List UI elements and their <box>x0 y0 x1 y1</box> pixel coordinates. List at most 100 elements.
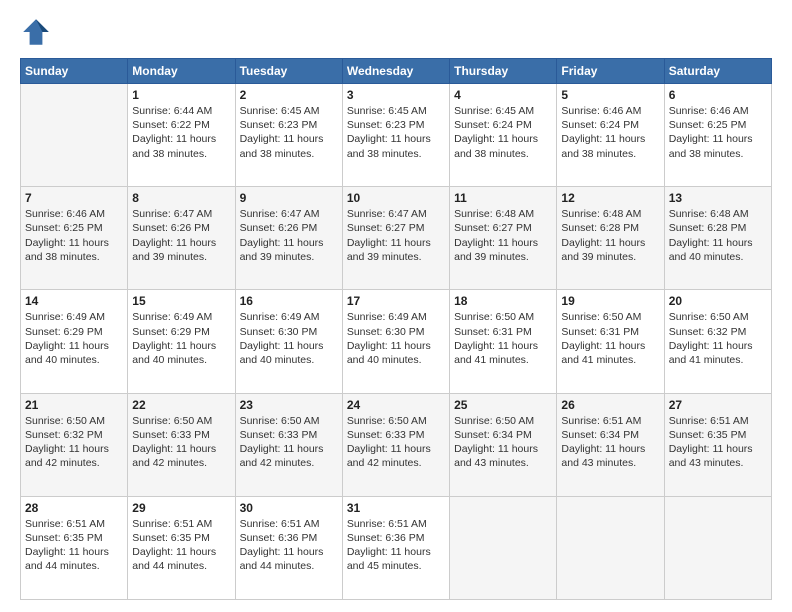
day-info: Sunrise: 6:50 AMSunset: 6:32 PMDaylight:… <box>669 310 767 367</box>
calendar-cell: 12 Sunrise: 6:48 AMSunset: 6:28 PMDayligh… <box>557 187 664 290</box>
day-of-week-header: Sunday <box>21 59 128 84</box>
calendar-cell <box>664 496 771 599</box>
day-number: 12 <box>561 191 659 205</box>
day-info: Sunrise: 6:51 AMSunset: 6:36 PMDaylight:… <box>240 517 338 574</box>
calendar-week-row: 7Sunrise: 6:46 AMSunset: 6:25 PMDaylight… <box>21 187 772 290</box>
day-info: Sunrise: 6:44 AMSunset: 6:22 PMDaylight:… <box>132 104 230 161</box>
day-info: Sunrise: 6:50 AMSunset: 6:33 PMDaylight:… <box>240 414 338 471</box>
calendar-cell: 30 Sunrise: 6:51 AMSunset: 6:36 PMDayligh… <box>235 496 342 599</box>
day-info: Sunrise: 6:51 AMSunset: 6:35 PMDaylight:… <box>25 517 123 574</box>
day-info: Sunrise: 6:51 AMSunset: 6:36 PMDaylight:… <box>347 517 445 574</box>
day-number: 28 <box>25 501 123 515</box>
calendar-cell: 2 Sunrise: 6:45 AMSunset: 6:23 PMDaylight… <box>235 84 342 187</box>
day-number: 5 <box>561 88 659 102</box>
day-number: 16 <box>240 294 338 308</box>
day-number: 2 <box>240 88 338 102</box>
calendar-header-row: SundayMondayTuesdayWednesdayThursdayFrid… <box>21 59 772 84</box>
calendar-cell: 22Sunrise: 6:50 AMSunset: 6:33 PMDayligh… <box>128 393 235 496</box>
calendar-cell: 14 Sunrise: 6:49 AMSunset: 6:29 PMDayligh… <box>21 290 128 393</box>
day-info: Sunrise: 6:49 AMSunset: 6:30 PMDaylight:… <box>347 310 445 367</box>
day-info: Sunrise: 6:49 AMSunset: 6:29 PMDaylight:… <box>25 310 123 367</box>
day-info: Sunrise: 6:48 AMSunset: 6:28 PMDaylight:… <box>669 207 767 264</box>
calendar-cell: 9 Sunrise: 6:47 AMSunset: 6:26 PMDaylight… <box>235 187 342 290</box>
day-number: 3 <box>347 88 445 102</box>
calendar-cell <box>557 496 664 599</box>
calendar-cell: 20Sunrise: 6:50 AMSunset: 6:32 PMDayligh… <box>664 290 771 393</box>
calendar-cell: 24 Sunrise: 6:50 AMSunset: 6:33 PMDayligh… <box>342 393 449 496</box>
calendar-cell <box>450 496 557 599</box>
calendar-cell: 8 Sunrise: 6:47 AMSunset: 6:26 PMDaylight… <box>128 187 235 290</box>
calendar-week-row: 28 Sunrise: 6:51 AMSunset: 6:35 PMDayligh… <box>21 496 772 599</box>
day-info: Sunrise: 6:46 AMSunset: 6:24 PMDaylight:… <box>561 104 659 161</box>
day-of-week-header: Tuesday <box>235 59 342 84</box>
day-info: Sunrise: 6:45 AMSunset: 6:23 PMDaylight:… <box>240 104 338 161</box>
day-number: 8 <box>132 191 230 205</box>
logo <box>20 16 56 48</box>
calendar-cell: 25Sunrise: 6:50 AMSunset: 6:34 PMDayligh… <box>450 393 557 496</box>
day-number: 14 <box>25 294 123 308</box>
calendar-cell: 19 Sunrise: 6:50 AMSunset: 6:31 PMDayligh… <box>557 290 664 393</box>
calendar-cell <box>21 84 128 187</box>
day-number: 29 <box>132 501 230 515</box>
day-number: 10 <box>347 191 445 205</box>
day-number: 30 <box>240 501 338 515</box>
calendar-week-row: 1 Sunrise: 6:44 AMSunset: 6:22 PMDaylight… <box>21 84 772 187</box>
day-of-week-header: Wednesday <box>342 59 449 84</box>
day-number: 21 <box>25 398 123 412</box>
day-info: Sunrise: 6:45 AMSunset: 6:24 PMDaylight:… <box>454 104 552 161</box>
logo-icon <box>20 16 52 48</box>
day-info: Sunrise: 6:50 AMSunset: 6:31 PMDaylight:… <box>561 310 659 367</box>
day-number: 1 <box>132 88 230 102</box>
page: SundayMondayTuesdayWednesdayThursdayFrid… <box>0 0 792 612</box>
day-info: Sunrise: 6:50 AMSunset: 6:31 PMDaylight:… <box>454 310 552 367</box>
day-info: Sunrise: 6:48 AMSunset: 6:27 PMDaylight:… <box>454 207 552 264</box>
calendar-cell: 17 Sunrise: 6:49 AMSunset: 6:30 PMDayligh… <box>342 290 449 393</box>
calendar-cell: 4 Sunrise: 6:45 AMSunset: 6:24 PMDaylight… <box>450 84 557 187</box>
calendar-cell: 31 Sunrise: 6:51 AMSunset: 6:36 PMDayligh… <box>342 496 449 599</box>
day-number: 9 <box>240 191 338 205</box>
calendar-cell: 26 Sunrise: 6:51 AMSunset: 6:34 PMDayligh… <box>557 393 664 496</box>
calendar-cell: 21 Sunrise: 6:50 AMSunset: 6:32 PMDayligh… <box>21 393 128 496</box>
day-number: 26 <box>561 398 659 412</box>
day-info: Sunrise: 6:51 AMSunset: 6:35 PMDaylight:… <box>669 414 767 471</box>
day-number: 13 <box>669 191 767 205</box>
day-number: 23 <box>240 398 338 412</box>
day-info: Sunrise: 6:47 AMSunset: 6:26 PMDaylight:… <box>240 207 338 264</box>
day-number: 11 <box>454 191 552 205</box>
day-info: Sunrise: 6:50 AMSunset: 6:32 PMDaylight:… <box>25 414 123 471</box>
day-number: 18 <box>454 294 552 308</box>
day-info: Sunrise: 6:45 AMSunset: 6:23 PMDaylight:… <box>347 104 445 161</box>
day-number: 17 <box>347 294 445 308</box>
day-info: Sunrise: 6:48 AMSunset: 6:28 PMDaylight:… <box>561 207 659 264</box>
calendar-table: SundayMondayTuesdayWednesdayThursdayFrid… <box>20 58 772 600</box>
day-info: Sunrise: 6:50 AMSunset: 6:33 PMDaylight:… <box>347 414 445 471</box>
header <box>20 16 772 48</box>
day-number: 19 <box>561 294 659 308</box>
calendar-cell: 18 Sunrise: 6:50 AMSunset: 6:31 PMDayligh… <box>450 290 557 393</box>
day-of-week-header: Friday <box>557 59 664 84</box>
calendar-cell: 15Sunrise: 6:49 AMSunset: 6:29 PMDayligh… <box>128 290 235 393</box>
calendar-cell: 7Sunrise: 6:46 AMSunset: 6:25 PMDaylight… <box>21 187 128 290</box>
calendar-cell: 3 Sunrise: 6:45 AMSunset: 6:23 PMDaylight… <box>342 84 449 187</box>
calendar-cell: 16 Sunrise: 6:49 AMSunset: 6:30 PMDayligh… <box>235 290 342 393</box>
day-info: Sunrise: 6:47 AMSunset: 6:26 PMDaylight:… <box>132 207 230 264</box>
day-info: Sunrise: 6:49 AMSunset: 6:30 PMDaylight:… <box>240 310 338 367</box>
day-of-week-header: Monday <box>128 59 235 84</box>
calendar-week-row: 21 Sunrise: 6:50 AMSunset: 6:32 PMDayligh… <box>21 393 772 496</box>
day-info: Sunrise: 6:49 AMSunset: 6:29 PMDaylight:… <box>132 310 230 367</box>
calendar-cell: 10 Sunrise: 6:47 AMSunset: 6:27 PMDayligh… <box>342 187 449 290</box>
day-number: 24 <box>347 398 445 412</box>
day-info: Sunrise: 6:46 AMSunset: 6:25 PMDaylight:… <box>669 104 767 161</box>
calendar-cell: 1 Sunrise: 6:44 AMSunset: 6:22 PMDaylight… <box>128 84 235 187</box>
calendar-cell: 6 Sunrise: 6:46 AMSunset: 6:25 PMDaylight… <box>664 84 771 187</box>
day-number: 7 <box>25 191 123 205</box>
day-number: 31 <box>347 501 445 515</box>
day-info: Sunrise: 6:50 AMSunset: 6:34 PMDaylight:… <box>454 414 552 471</box>
calendar-cell: 5 Sunrise: 6:46 AMSunset: 6:24 PMDaylight… <box>557 84 664 187</box>
day-number: 4 <box>454 88 552 102</box>
day-number: 6 <box>669 88 767 102</box>
day-info: Sunrise: 6:51 AMSunset: 6:34 PMDaylight:… <box>561 414 659 471</box>
day-info: Sunrise: 6:47 AMSunset: 6:27 PMDaylight:… <box>347 207 445 264</box>
calendar-cell: 13 Sunrise: 6:48 AMSunset: 6:28 PMDayligh… <box>664 187 771 290</box>
calendar-cell: 23 Sunrise: 6:50 AMSunset: 6:33 PMDayligh… <box>235 393 342 496</box>
